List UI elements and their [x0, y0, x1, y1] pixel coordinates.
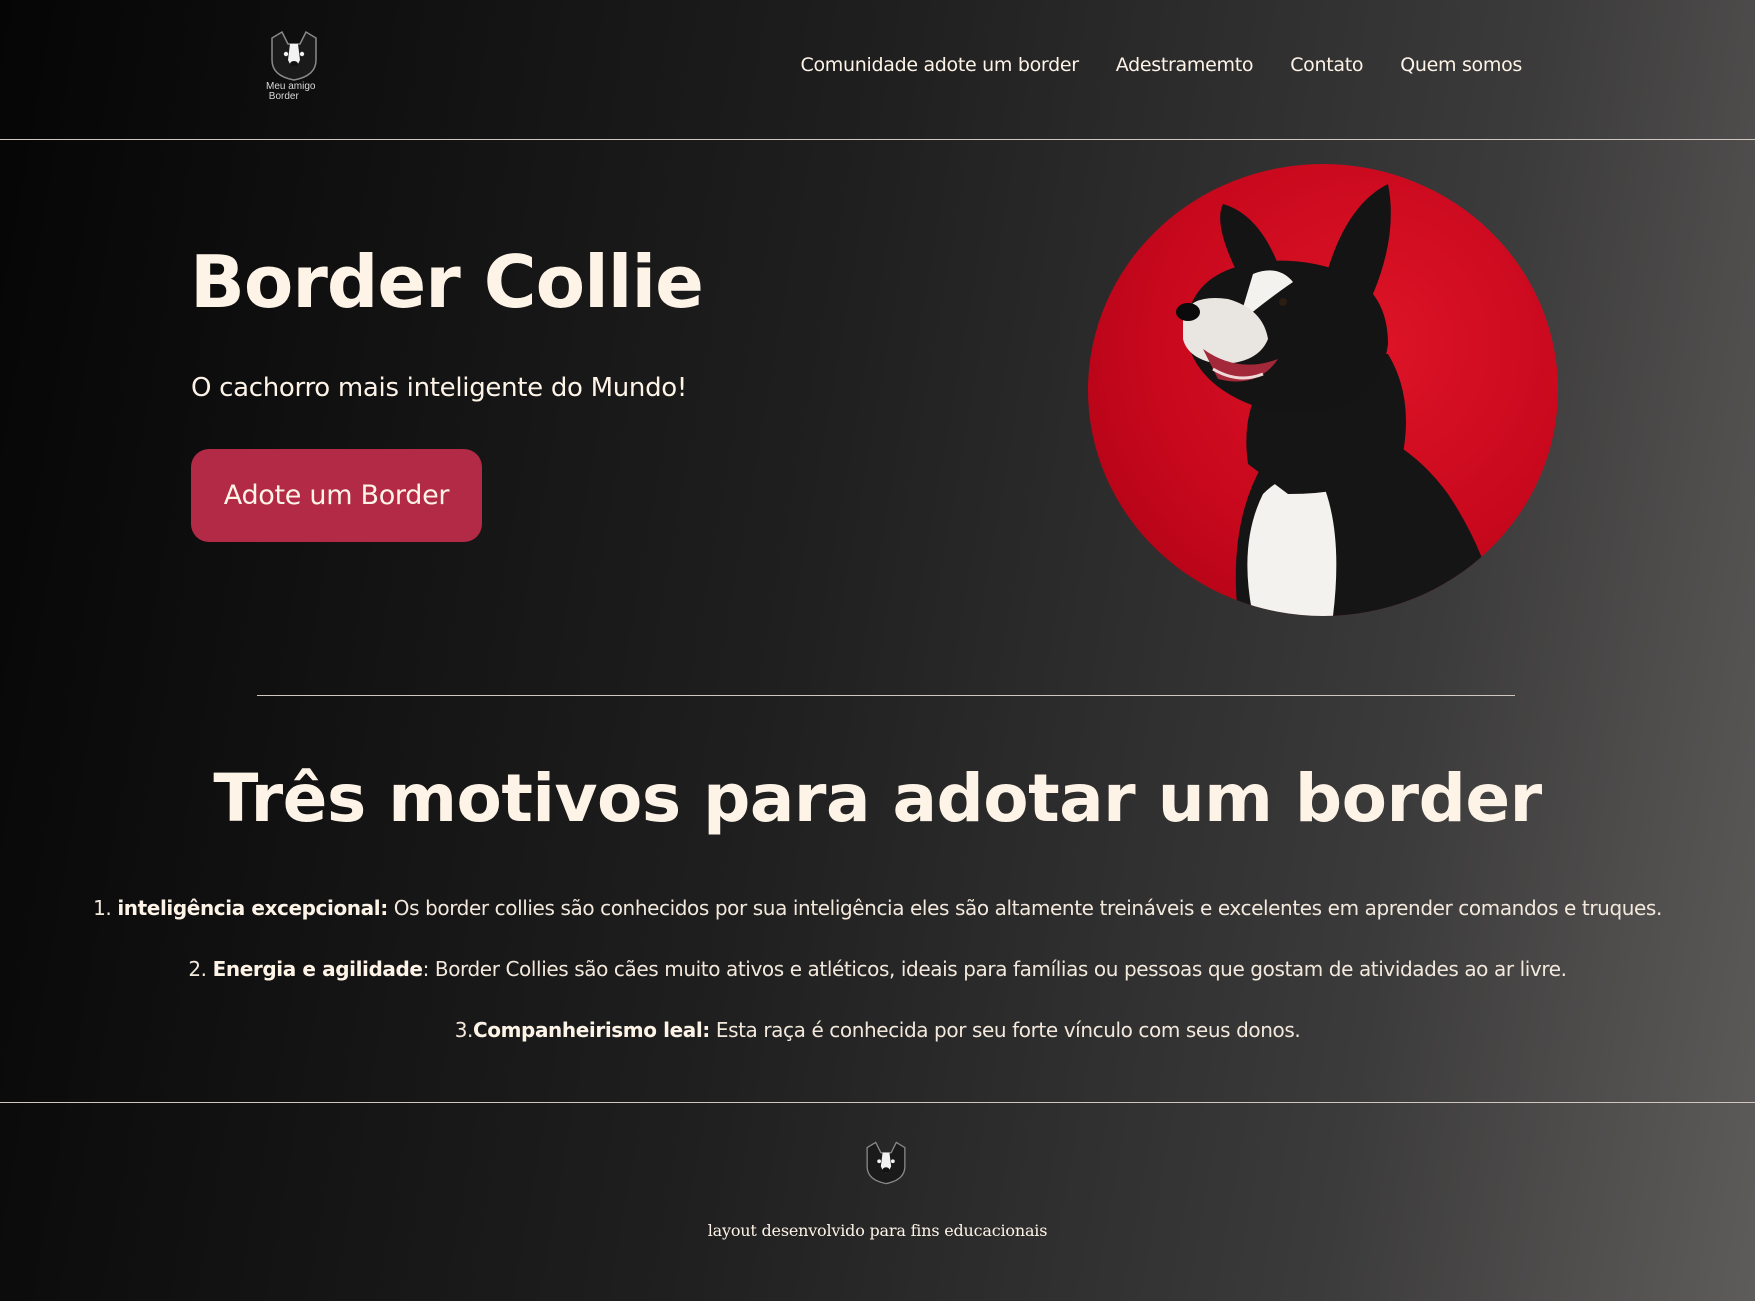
- reason-heading: Companheirismo leal:: [472, 1018, 710, 1042]
- reason-heading: Energia e agilidade: [212, 957, 423, 981]
- nav-item-adestramento[interactable]: Adestramemto: [1116, 54, 1254, 76]
- reason-text: Esta raça é conhecida por seu forte vínc…: [709, 1018, 1301, 1042]
- section-divider: [257, 695, 1515, 696]
- border-collie-photo: [1088, 164, 1558, 616]
- nav-item-quem-somos[interactable]: Quem somos: [1400, 54, 1522, 76]
- border-collie-footer-icon: [866, 1141, 906, 1185]
- reason-text: : Border Collies são cães muito ativos e…: [422, 957, 1567, 981]
- nav-item-contato[interactable]: Contato: [1290, 54, 1363, 76]
- reason-number: 2.: [188, 957, 213, 981]
- logo[interactable]: Meu amigo Border: [262, 30, 326, 106]
- reason-item: 2. Energia e agilidade: Border Collies s…: [0, 957, 1755, 981]
- reason-text: Os border collies são conhecidos por sua…: [387, 896, 1663, 920]
- logo-text: Meu amigo Border: [266, 81, 316, 102]
- reason-number: 1.: [93, 896, 118, 920]
- hero-title: Border Collie: [190, 240, 704, 324]
- nav-item-comunidade[interactable]: Comunidade adote um border: [801, 54, 1080, 76]
- hero-subtitle: O cachorro mais inteligente do Mundo!: [191, 373, 688, 403]
- border-collie-logo-icon: [271, 30, 317, 81]
- main-nav: Comunidade adote um border Adestramemto …: [801, 54, 1523, 76]
- site-header: Meu amigo Border Comunidade adote um bor…: [0, 0, 1755, 140]
- border-collie-image-icon: [1176, 184, 1498, 616]
- reason-number: 3.: [454, 1018, 474, 1042]
- adopt-border-button[interactable]: Adote um Border: [191, 449, 482, 542]
- reason-item: 3.Companheirismo leal: Esta raça é conhe…: [0, 1018, 1755, 1042]
- reasons-title: Três motivos para adotar um border: [213, 760, 1542, 837]
- reason-item: 1. inteligência excepcional: Os border c…: [0, 896, 1755, 920]
- footer-text: layout desenvolvido para fins educaciona…: [707, 1221, 1048, 1240]
- reason-heading: inteligência excepcional:: [117, 896, 388, 920]
- site-footer: layout desenvolvido para fins educaciona…: [0, 1102, 1755, 1301]
